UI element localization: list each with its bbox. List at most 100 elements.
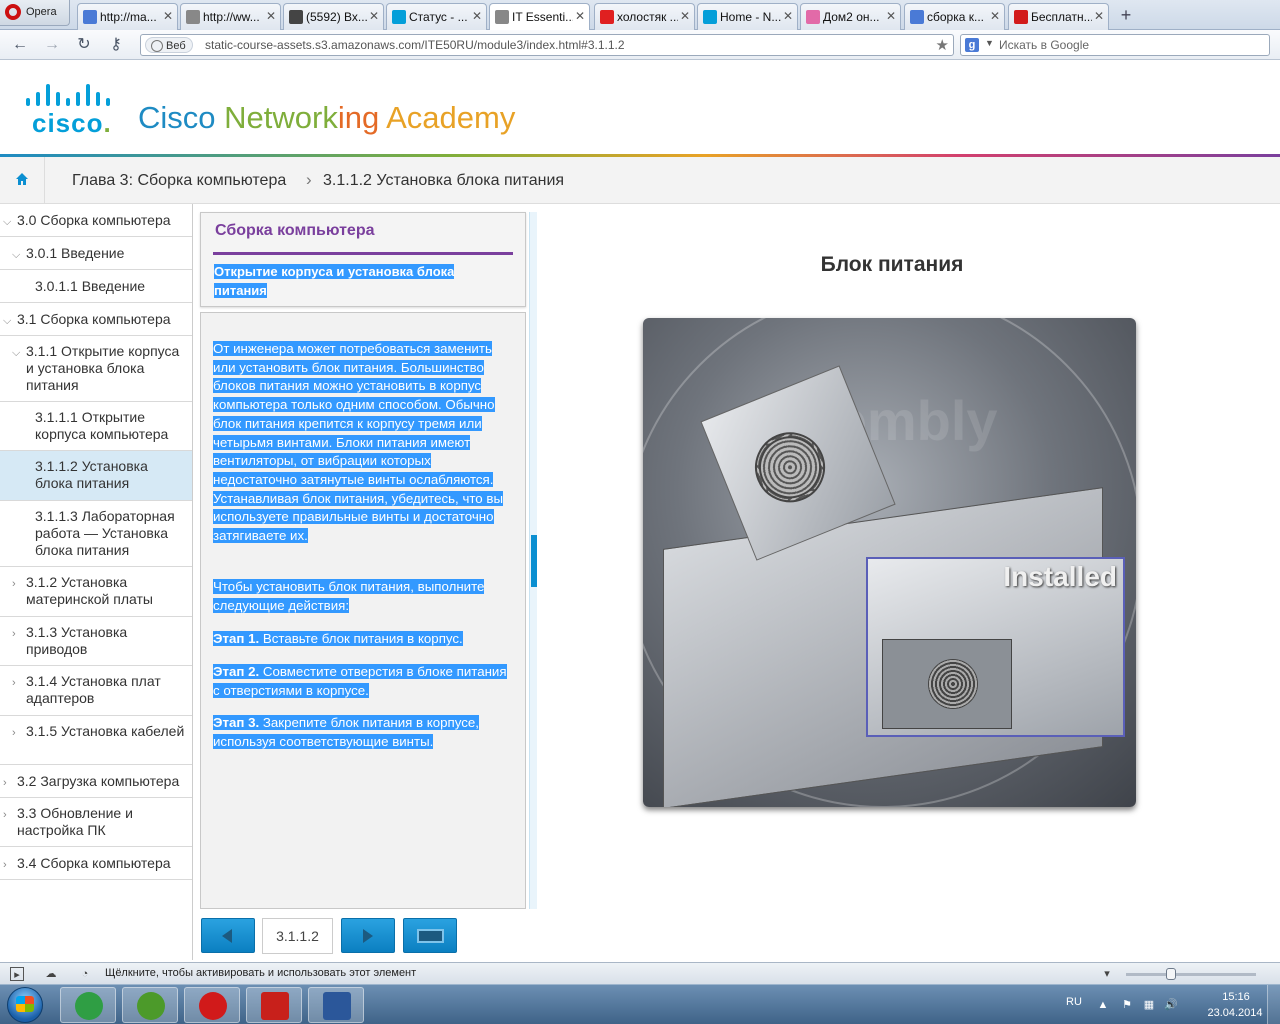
forward-icon[interactable]: → <box>42 35 62 55</box>
chevron-right-icon[interactable]: › <box>3 775 7 792</box>
bookmark-star-icon[interactable]: ★ <box>936 36 949 54</box>
tray-expand-icon[interactable]: ▲ <box>1096 998 1110 1012</box>
nav-item[interactable]: 3.1.1.1 Открытие корпуса компьютера <box>0 402 192 451</box>
zoom-slider[interactable] <box>1126 973 1256 976</box>
academy-title: Cisco Networking Academy <box>138 100 516 135</box>
next-page-button[interactable] <box>341 918 395 953</box>
tab-close-icon[interactable]: ✕ <box>1094 9 1104 23</box>
url-text[interactable]: static-course-assets.s3.amazonaws.com/IT… <box>205 38 625 52</box>
fullscreen-button[interactable] <box>403 918 457 953</box>
browser-tab[interactable]: Home - N... ✕ <box>697 3 798 30</box>
nav-item[interactable]: 3.1.1.3 Лабораторная работа — Установка … <box>0 501 192 567</box>
start-button[interactable] <box>2 985 46 1024</box>
taskbar-app[interactable] <box>184 987 240 1023</box>
web-security-badge[interactable]: Веб <box>145 37 193 53</box>
taskbar-app[interactable] <box>60 987 116 1023</box>
nav-item[interactable]: › 3.1.4 Установка плат адаптеров <box>0 666 192 716</box>
google-icon[interactable]: g <box>965 38 979 52</box>
nav-item[interactable]: ⌵ 3.0.1 Введение <box>0 237 192 270</box>
panel-scrollbar-thumb[interactable] <box>531 535 537 587</box>
browser-tab[interactable]: Статус - ... ✕ <box>386 3 487 30</box>
previous-page-button[interactable] <box>201 918 255 953</box>
volume-icon[interactable]: 🔊 <box>1164 998 1178 1012</box>
chevron-down-icon[interactable]: ⌵ <box>3 214 11 231</box>
breadcrumb-chapter[interactable]: Глава 3: Сборка компьютера <box>72 172 286 190</box>
opera-menu-label: Opera <box>26 6 57 18</box>
tab-close-icon[interactable]: ✕ <box>266 9 276 23</box>
chevron-right-icon[interactable]: › <box>3 807 7 824</box>
nav-item-label: 3.0 Сборка компьютера <box>17 212 171 228</box>
tab-close-icon[interactable]: ✕ <box>575 9 585 23</box>
tab-close-icon[interactable]: ✕ <box>369 9 379 23</box>
tab-close-icon[interactable]: ✕ <box>472 9 482 23</box>
search-field[interactable]: g ▼ Искать в Google <box>960 34 1270 56</box>
chevron-right-icon[interactable]: › <box>12 675 16 692</box>
back-icon[interactable]: ← <box>10 35 30 55</box>
nav-item-label: 3.1.1.2 Установка блока питания <box>35 458 148 491</box>
tab-close-icon[interactable]: ✕ <box>680 9 690 23</box>
language-indicator[interactable]: RU <box>1066 996 1082 1008</box>
nav-item[interactable]: ⌵ 3.0 Сборка компьютера <box>0 204 192 237</box>
key-icon[interactable]: ⚷ <box>106 35 126 55</box>
tab-close-icon[interactable]: ✕ <box>783 9 793 23</box>
browser-tab[interactable]: Дом2 он... ✕ <box>800 3 901 30</box>
tab-close-icon[interactable]: ✕ <box>163 9 173 23</box>
address-bar[interactable]: Веб static-course-assets.s3.amazonaws.co… <box>140 34 954 56</box>
browser-tab[interactable]: http://ww... ✕ <box>180 3 281 30</box>
zoom-slider-handle[interactable] <box>1166 968 1176 980</box>
nav-item[interactable]: › 3.1.2 Установка материнской платы <box>0 567 192 617</box>
tab-close-icon[interactable]: ✕ <box>886 9 896 23</box>
panel-toggle-icon[interactable]: ▸ <box>10 967 24 981</box>
home-button[interactable] <box>0 157 45 204</box>
browser-tab[interactable]: Бесплатн... ✕ <box>1008 3 1109 30</box>
nav-item[interactable]: 3.0.1.1 Введение <box>0 270 192 303</box>
clock-date[interactable]: 23.04.2014 <box>1200 1007 1270 1019</box>
browser-tab[interactable]: холостяк ... ✕ <box>594 3 695 30</box>
browser-tab[interactable]: сборка к... ✕ <box>904 3 1005 30</box>
cisco-logo[interactable]: cisco. <box>26 84 118 138</box>
chevron-right-icon[interactable]: › <box>12 576 16 593</box>
opera-menu-button[interactable]: Opera <box>0 0 70 26</box>
cloud-icon[interactable]: ☁ <box>44 967 58 981</box>
chevron-down-icon[interactable]: ⌵ <box>3 313 11 330</box>
nav-item[interactable]: › 3.1.3 Установка приводов <box>0 617 192 666</box>
new-tab-button[interactable]: + <box>1114 4 1138 26</box>
zoom-menu-icon[interactable]: ▾ <box>1100 967 1114 981</box>
chevron-down-icon[interactable]: ⌵ <box>12 345 20 362</box>
nav-item[interactable]: › 3.3 Обновление и настройка ПК <box>0 798 192 847</box>
chevron-down-icon[interactable]: ⌵ <box>12 247 20 264</box>
nav-item-label: 3.0.1 Введение <box>26 245 125 261</box>
chevron-right-icon[interactable]: › <box>12 725 16 742</box>
nav-item[interactable]: › 3.4 Сборка компьютера <box>0 847 192 880</box>
nav-item[interactable]: › 3.1.5 Установка кабелей <box>0 716 192 765</box>
chevron-right-icon[interactable]: › <box>12 626 16 643</box>
tab-label: (5592) Вх... <box>306 10 367 24</box>
turbo-icon[interactable]: ◔ <box>78 967 92 981</box>
nav-item[interactable]: ⌵ 3.1 Сборка компьютера <box>0 303 192 336</box>
home-icon <box>16 173 28 185</box>
nav-item[interactable]: 3.1.1.2 Установка блока питания <box>0 451 192 501</box>
tab-label: http://ww... <box>203 10 260 24</box>
browser-tab[interactable]: http://ma... ✕ <box>77 3 178 30</box>
taskbar-app[interactable] <box>246 987 302 1023</box>
nav-item[interactable]: › 3.2 Загрузка компьютера <box>0 765 192 798</box>
nav-item[interactable]: ⌵ 3.1.1 Открытие корпуса и установка блок… <box>0 336 192 402</box>
show-desktop-button[interactable] <box>1267 985 1280 1024</box>
nav-item-label: 3.1.5 Установка кабелей <box>26 723 185 739</box>
search-engine-dropdown-icon[interactable]: ▼ <box>985 38 994 48</box>
reload-icon[interactable]: ↻ <box>74 35 94 55</box>
taskbar-app[interactable] <box>308 987 364 1023</box>
clock-time[interactable]: 15:16 <box>1206 991 1266 1003</box>
status-text: Щёлкните, чтобы активировать и использов… <box>105 967 417 979</box>
browser-tab[interactable]: IT Essenti... ✕ <box>489 3 590 31</box>
system-tray: RU ▲ ⚑ ▦ 🔊 15:16 23.04.2014 <box>1060 985 1280 1024</box>
action-center-icon[interactable]: ▦ <box>1142 998 1156 1012</box>
network-warning-icon[interactable]: ⚑ <box>1120 998 1134 1012</box>
chevron-right-icon[interactable]: › <box>3 857 7 874</box>
opera-icon <box>83 10 97 24</box>
paragraph-instructions: Чтобы установить блок питания, выполните… <box>213 579 485 613</box>
browser-tab[interactable]: (5592) Вх... ✕ <box>283 3 384 30</box>
taskbar-app[interactable] <box>122 987 178 1023</box>
tab-close-icon[interactable]: ✕ <box>990 9 1000 23</box>
nav-item-label: 3.3 Обновление и настройка ПК <box>17 805 133 838</box>
